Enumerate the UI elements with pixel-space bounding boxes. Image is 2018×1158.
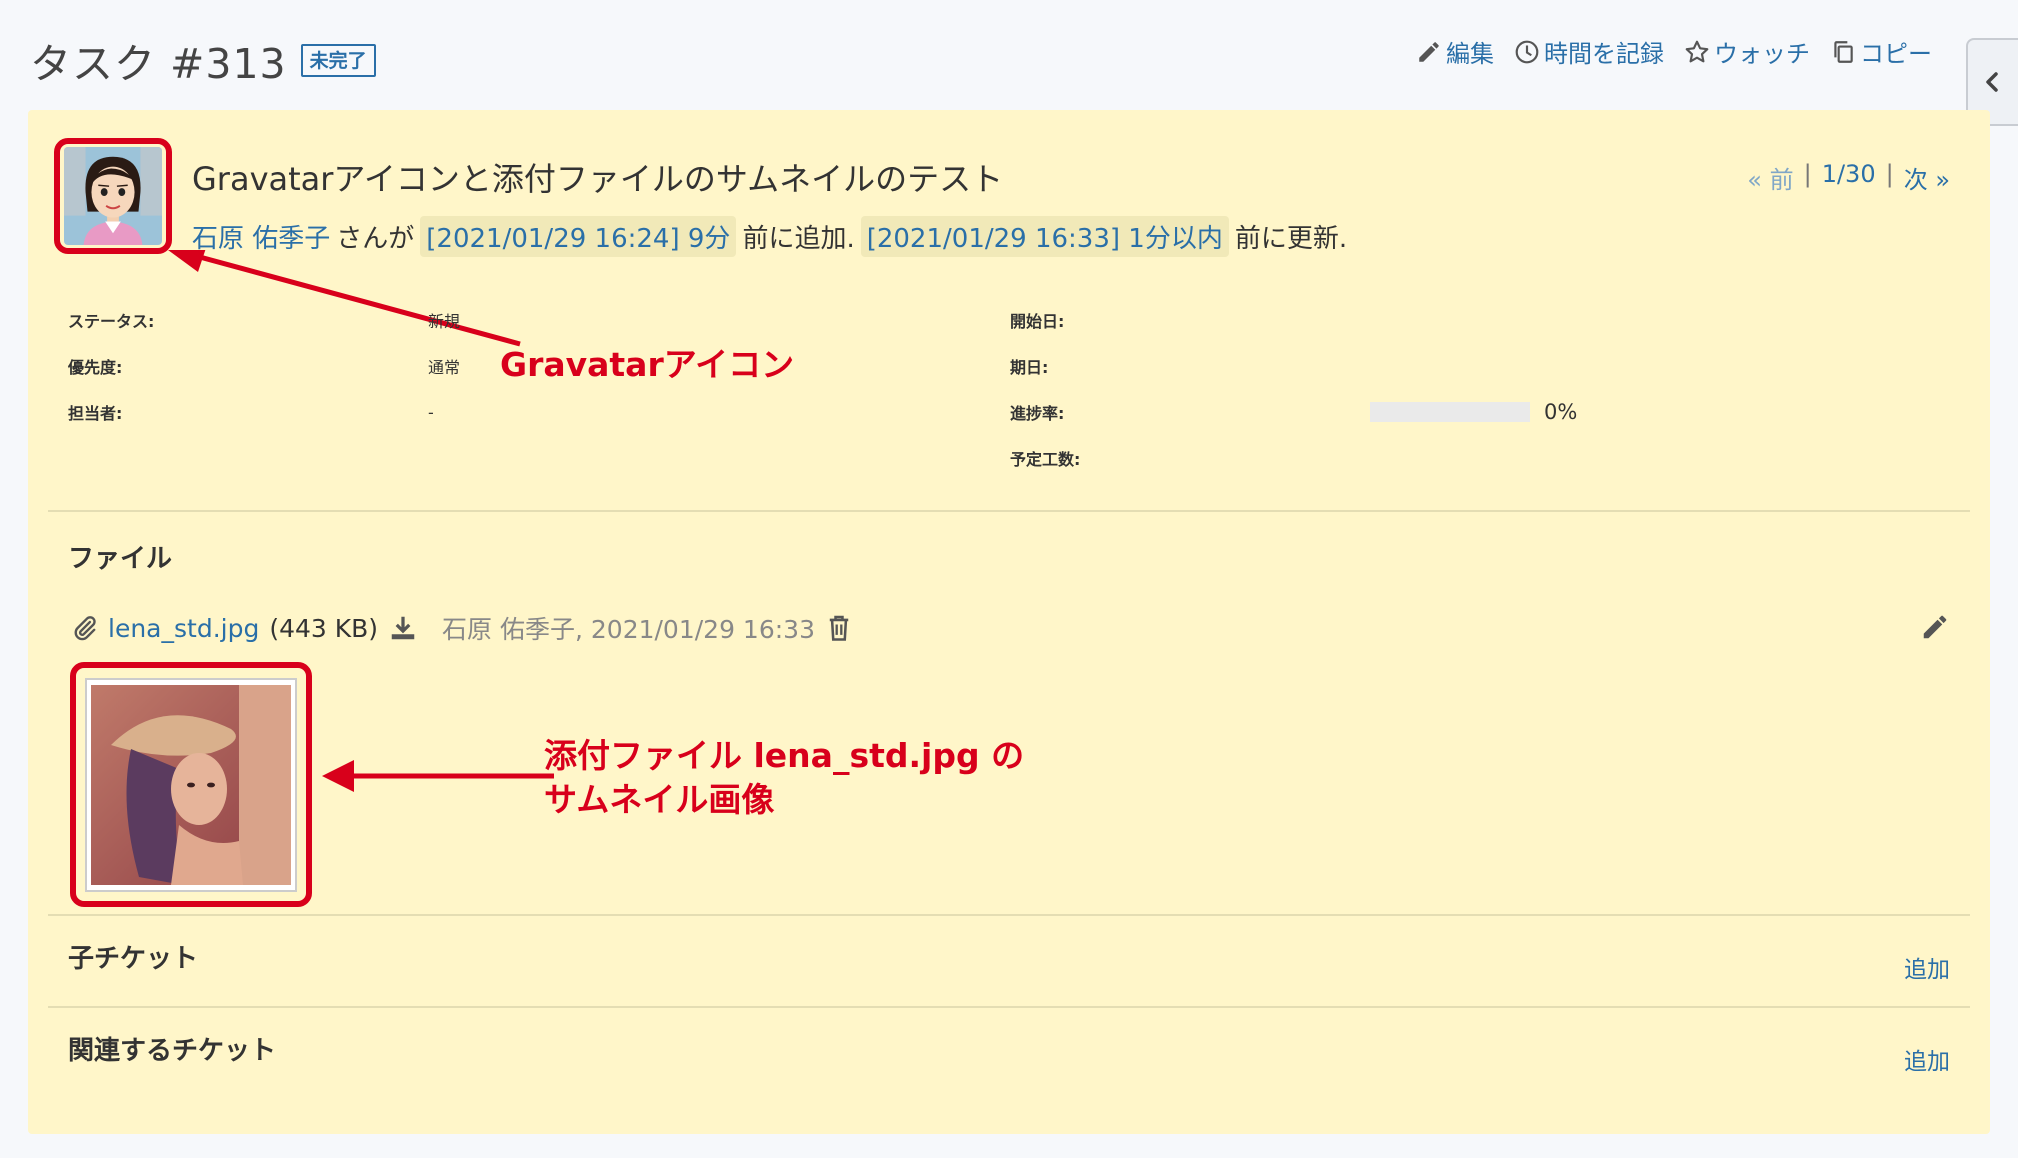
copy-label: コピー bbox=[1860, 40, 1932, 68]
assignee-value-row: - bbox=[428, 392, 434, 432]
assignee-label: 担当者: bbox=[68, 404, 123, 423]
chevron-left-icon bbox=[1986, 72, 1998, 92]
attachment-size: (443 KB) bbox=[269, 613, 379, 643]
log-time-label: 時間を記録 bbox=[1544, 40, 1664, 68]
due-date-attr: 期日: bbox=[1010, 346, 1048, 386]
issue-actions: 編集 時間を記録 ウォッチ コピー bbox=[1416, 34, 1932, 69]
assignee-value: - bbox=[428, 402, 434, 422]
edit-link[interactable]: 編集 bbox=[1416, 34, 1494, 69]
lena-thumbnail-image bbox=[91, 684, 291, 885]
relations-section-title: 関連するチケット bbox=[68, 1036, 277, 1066]
paperclip-icon bbox=[74, 616, 96, 641]
thumbnail-annotation: 添付ファイル lena_std.jpg の サムネイル画像 bbox=[544, 734, 1024, 822]
status-badge: 未完了 bbox=[300, 43, 376, 77]
updated-date-link[interactable]: [2021/01/29 16:33] 1分以内 bbox=[860, 216, 1229, 257]
thumbnail-annotation-line1: 添付ファイル lena_std.jpg の bbox=[544, 736, 1025, 775]
status-value: 新規 bbox=[428, 312, 461, 331]
divider bbox=[48, 914, 1970, 916]
avatar-highlight bbox=[54, 138, 172, 254]
priority-attr: 優先度: bbox=[68, 346, 122, 386]
issue-panel: Gravatarアイコンと添付ファイルのサムネイルのテスト 石原 佑季子 さんが… bbox=[28, 110, 1990, 1134]
pencil-icon bbox=[1419, 41, 1439, 62]
trash-icon[interactable] bbox=[825, 613, 853, 643]
clock-icon bbox=[1515, 40, 1539, 63]
status-label: ステータス: bbox=[68, 312, 155, 331]
due-date-label: 期日: bbox=[1010, 358, 1049, 377]
progress-value: 0% bbox=[1544, 400, 1578, 424]
star-icon bbox=[1685, 40, 1709, 62]
watch-label: ウォッチ bbox=[1714, 40, 1810, 68]
add-relation-link[interactable]: 追加 bbox=[1904, 1042, 1950, 1076]
gravatar-annotation: Gravatarアイコン bbox=[500, 345, 795, 384]
priority-value-row: 通常 bbox=[428, 346, 460, 386]
next-issue-link[interactable]: 次 » bbox=[1904, 160, 1950, 195]
attachment-row: lena_std.jpg (443 KB) 石原 佑季子, 2021/01/29… bbox=[72, 610, 853, 646]
attachment-meta: 石原 佑季子, 2021/01/29 16:33 bbox=[442, 615, 815, 644]
thumbnail-annotation-arrow bbox=[322, 760, 554, 792]
add-subtask-link[interactable]: 追加 bbox=[1904, 950, 1950, 984]
issue-title: タスク #313 bbox=[30, 40, 287, 88]
estimated-hours-attr: 予定工数: bbox=[1010, 438, 1080, 478]
edit-label: 編集 bbox=[1446, 40, 1494, 68]
edit-attachments-pencil-icon[interactable] bbox=[1920, 612, 1950, 642]
page-title: タスク #313 未完了 bbox=[30, 30, 376, 90]
issue-position-link[interactable]: 1/30 bbox=[1822, 160, 1876, 195]
prev-issue-link[interactable]: « 前 bbox=[1747, 160, 1793, 195]
watch-link[interactable]: ウォッチ bbox=[1684, 34, 1810, 69]
nav-separator: | bbox=[1803, 160, 1812, 188]
thumbnail-annotation-line2: サムネイル画像 bbox=[544, 780, 775, 819]
log-time-link[interactable]: 時間を記録 bbox=[1514, 34, 1664, 69]
attachment-thumbnail[interactable] bbox=[85, 677, 297, 892]
estimated-hours-label: 予定工数: bbox=[1010, 450, 1081, 469]
copy-link[interactable]: コピー bbox=[1830, 34, 1932, 69]
status-attr: ステータス: bbox=[68, 300, 154, 340]
nav-separator: | bbox=[1885, 160, 1894, 188]
progress-label: 進捗率: bbox=[1010, 404, 1065, 423]
assignee-attr: 担当者: bbox=[68, 392, 122, 432]
priority-label: 優先度: bbox=[68, 358, 123, 377]
attachment-link[interactable]: lena_std.jpg bbox=[108, 614, 259, 643]
divider bbox=[48, 1006, 1970, 1008]
divider bbox=[48, 510, 1970, 512]
issue-navigation: « 前 | 1/30 | 次 » bbox=[1747, 160, 1950, 195]
priority-value: 通常 bbox=[428, 358, 461, 377]
progress-attr: 進捗率: bbox=[1010, 392, 1064, 432]
start-date-label: 開始日: bbox=[1010, 312, 1065, 331]
files-section-title: ファイル bbox=[68, 544, 173, 574]
start-date-attr: 開始日: bbox=[1010, 300, 1064, 340]
issue-subject: Gravatarアイコンと添付ファイルのサムネイルのテスト bbox=[192, 160, 1004, 198]
copy-icon bbox=[1834, 40, 1853, 63]
download-icon[interactable] bbox=[388, 613, 418, 643]
thumbnail-highlight bbox=[70, 662, 312, 907]
status-value-row: 新規 bbox=[428, 300, 460, 340]
created-suffix: 前に追加. bbox=[742, 224, 855, 254]
progress-bar bbox=[1370, 402, 1530, 422]
gravatar-annotation-arrow bbox=[168, 250, 521, 347]
avatar bbox=[64, 147, 162, 245]
gravatar-avatar-icon bbox=[64, 147, 162, 245]
subtasks-section-title: 子チケット bbox=[68, 944, 199, 974]
updated-suffix: 前に更新. bbox=[1234, 224, 1348, 254]
progress-value-row: 0% bbox=[1370, 392, 1577, 432]
